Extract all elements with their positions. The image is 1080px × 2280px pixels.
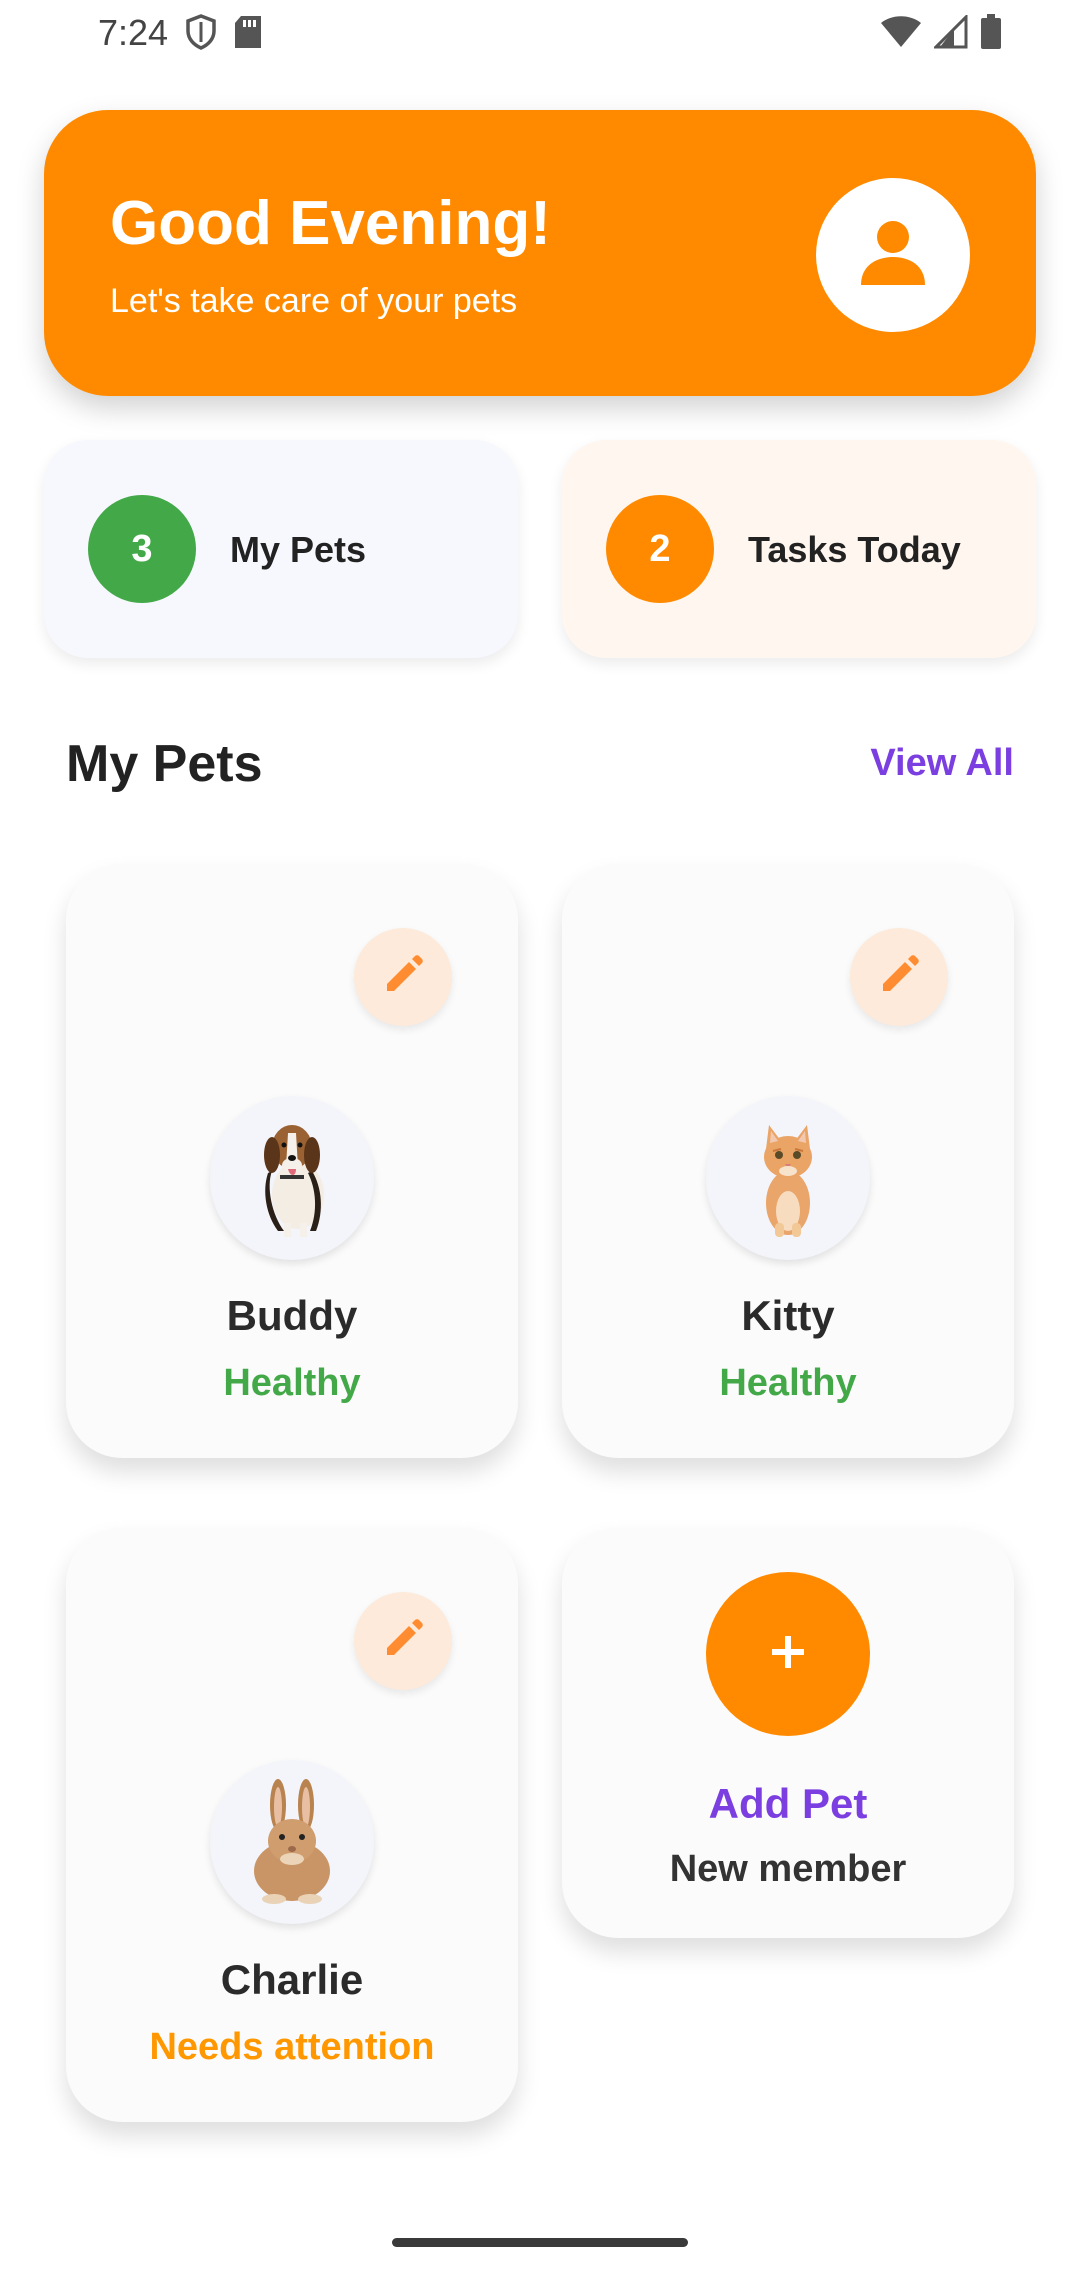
battery-icon [980, 14, 1002, 55]
add-pet-title: Add Pet [708, 1780, 868, 1827]
brown-rabbit-photo [232, 1775, 352, 1910]
pet-card-buddy[interactable]: Buddy Healthy [66, 864, 518, 1458]
status-right-icons [880, 13, 1002, 55]
plus-icon [768, 1632, 808, 1677]
pet-avatar [210, 1096, 374, 1260]
stat-label: Tasks Today [748, 529, 961, 570]
greeting-card: Good Evening! Let's take care of your pe… [44, 110, 1036, 396]
view-all-link[interactable]: View All [870, 742, 1014, 785]
status-left-icons [185, 14, 263, 55]
stat-count-badge: 2 [606, 495, 714, 603]
pet-status: Healthy [719, 1362, 857, 1404]
section-title: My Pets [66, 735, 263, 793]
status-time: 7:24 [98, 12, 169, 53]
add-pet-button[interactable] [706, 1572, 870, 1736]
pet-avatar [706, 1096, 870, 1260]
status-bar: 7:24 [0, 0, 1080, 70]
profile-button[interactable] [816, 178, 970, 332]
home-indicator[interactable] [392, 2238, 688, 2247]
add-pet-card[interactable]: Add Pet New member [562, 1528, 1014, 1938]
pencil-icon [379, 951, 427, 1004]
wifi-icon [880, 15, 922, 54]
stat-label: My Pets [230, 529, 367, 570]
orange-kitten-photo [733, 1111, 843, 1246]
pet-name: Buddy [226, 1292, 358, 1339]
edit-button[interactable] [850, 928, 948, 1026]
stat-card-my-pets[interactable]: 3 My Pets [44, 440, 518, 658]
pet-name: Charlie [220, 1956, 364, 2003]
add-pet-subtitle: New member [669, 1848, 907, 1890]
pencil-icon [875, 951, 923, 1004]
person-icon [855, 215, 931, 296]
stat-card-tasks-today[interactable]: 2 Tasks Today [562, 440, 1036, 658]
pet-avatar [210, 1760, 374, 1924]
sd-card-icon [233, 14, 263, 55]
signal-icon [932, 13, 968, 54]
greeting-subtitle: Let's take care of your pets [110, 282, 518, 320]
pencil-icon [379, 1615, 427, 1668]
edit-button[interactable] [354, 1592, 452, 1690]
stat-count-badge: 3 [88, 495, 196, 603]
edit-button[interactable] [354, 928, 452, 1026]
beagle-dog-photo [232, 1111, 352, 1246]
greeting-title: Good Evening! [110, 189, 551, 258]
shield-icon [185, 14, 217, 55]
pet-status: Healthy [223, 1362, 361, 1404]
pet-card-kitty[interactable]: Kitty Healthy [562, 864, 1014, 1458]
pet-name: Kitty [741, 1292, 835, 1339]
pet-status: Needs attention [149, 2026, 435, 2068]
pet-card-charlie[interactable]: Charlie Needs attention [66, 1528, 518, 2122]
